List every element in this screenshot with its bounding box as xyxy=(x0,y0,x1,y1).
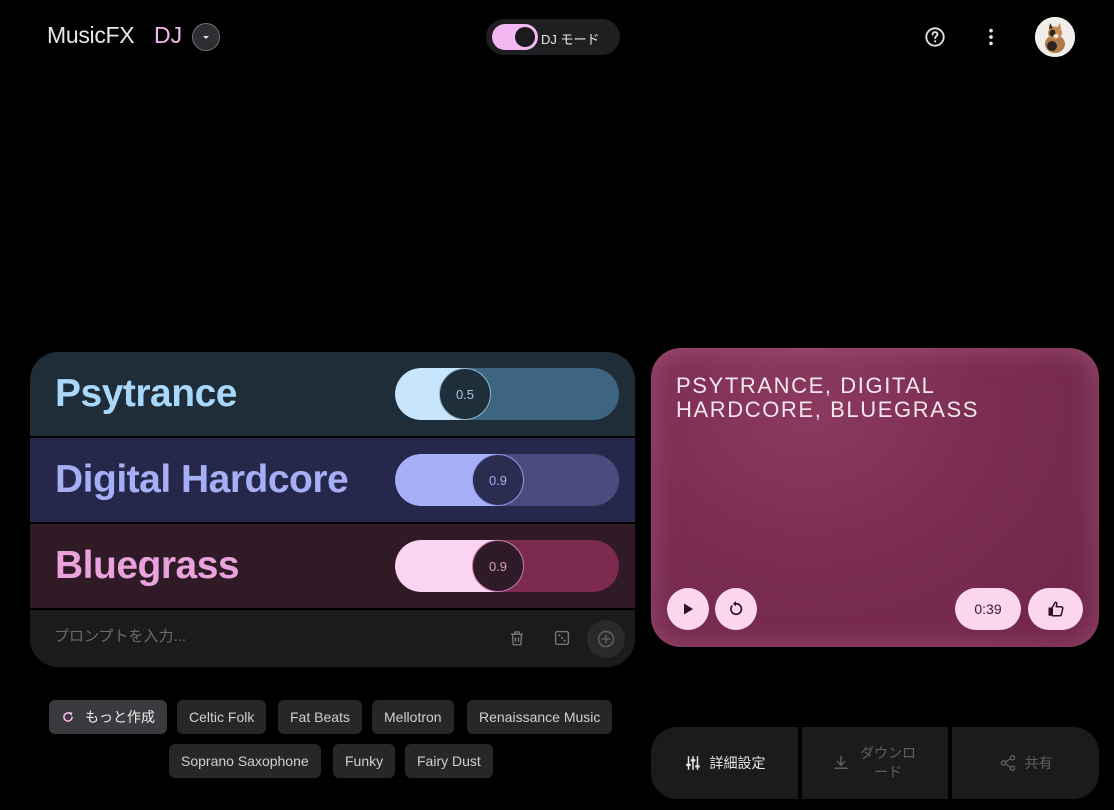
weight-slider[interactable]: 0.9 xyxy=(395,454,619,506)
add-circle-icon xyxy=(597,630,615,648)
weight-value: 0.9 xyxy=(488,472,508,488)
play-button[interactable] xyxy=(667,588,709,630)
help-button[interactable] xyxy=(921,23,949,51)
suggestion-chip[interactable]: Renaissance Music xyxy=(467,700,613,734)
weight-slider[interactable]: 0.9 xyxy=(395,540,619,592)
tune-icon xyxy=(685,756,700,770)
prompt-label: Psytrance xyxy=(55,372,237,415)
slider-thumb[interactable]: 0.9 xyxy=(472,454,524,506)
generate-more-button[interactable]: もっと作成 xyxy=(49,700,167,734)
play-icon xyxy=(684,603,693,615)
trash-icon xyxy=(511,631,523,646)
share-button[interactable]: 共有 xyxy=(952,727,1099,799)
now-playing-card: PSYTRANCE, DIGITAL HARDCORE, BLUEGRASS 0… xyxy=(651,348,1099,647)
share-icon xyxy=(1000,754,1015,772)
suggestion-chip[interactable]: Soprano Saxophone xyxy=(169,744,321,778)
download-icon xyxy=(834,755,848,769)
app-title: MusicFX xyxy=(47,22,135,48)
prompt-label: Bluegrass xyxy=(55,544,240,587)
suggestion-chip[interactable]: Mellotron xyxy=(372,700,454,734)
more-menu-button[interactable] xyxy=(977,23,1005,51)
download-label: ダウンロード xyxy=(860,745,916,780)
prompt-input[interactable] xyxy=(54,628,454,645)
like-button[interactable] xyxy=(1028,588,1083,630)
reset-icon xyxy=(730,601,743,616)
generate-more-label: もっと作成 xyxy=(85,709,155,725)
dj-mode-switch[interactable]: DJ モード xyxy=(486,19,620,55)
prompt-row[interactable]: Digital Hardcore 0.9 xyxy=(30,438,635,522)
prompt-input-row xyxy=(30,610,635,667)
regenerate-button[interactable] xyxy=(715,588,757,630)
weight-slider[interactable]: 0.5 xyxy=(395,368,619,420)
slider-thumb[interactable]: 0.5 xyxy=(439,368,491,420)
dice-icon xyxy=(554,630,570,646)
weight-value: 0.5 xyxy=(455,386,475,402)
suggestion-chip[interactable]: Fairy Dust xyxy=(405,744,493,778)
cat-avatar-icon xyxy=(1035,17,1075,57)
toggle-knob xyxy=(515,27,535,47)
track-title: PSYTRANCE, DIGITAL HARDCORE, BLUEGRASS xyxy=(676,373,980,422)
refresh-icon xyxy=(63,712,73,722)
share-label: 共有 xyxy=(1024,755,1053,771)
prompt-row[interactable]: Bluegrass 0.9 xyxy=(30,524,635,608)
app-title-accent: DJ xyxy=(154,22,183,48)
suggestion-chip[interactable]: Celtic Folk xyxy=(177,700,267,734)
app-switcher-button[interactable] xyxy=(192,23,220,51)
suggestion-chip[interactable]: Fat Beats xyxy=(278,700,362,734)
prompt-row[interactable]: Psytrance 0.5 xyxy=(30,352,635,436)
advanced-settings-button[interactable]: 詳細設定 xyxy=(651,727,798,799)
prompt-label: Digital Hardcore xyxy=(55,458,349,501)
more-vert-icon xyxy=(989,28,993,46)
delete-button[interactable] xyxy=(504,625,530,651)
help-circle-icon xyxy=(925,27,945,47)
weight-value: 0.9 xyxy=(488,558,508,574)
download-button[interactable]: ダウンロード xyxy=(802,727,948,799)
thumbs-up-icon xyxy=(1048,601,1064,617)
caret-down-icon xyxy=(203,36,209,39)
account-avatar[interactable] xyxy=(1035,17,1075,57)
slider-thumb[interactable]: 0.9 xyxy=(472,540,524,592)
add-prompt-button[interactable] xyxy=(587,620,625,658)
time-badge: 0:39 xyxy=(955,588,1021,630)
dj-mode-toggle[interactable] xyxy=(492,24,538,50)
suggestion-chip[interactable]: Funky xyxy=(333,744,396,778)
dj-mode-label: DJ モード xyxy=(541,32,600,47)
advanced-settings-label: 詳細設定 xyxy=(709,755,766,771)
random-prompt-button[interactable] xyxy=(549,625,575,651)
prompt-panel: Psytrance 0.5 Digital Hardcore 0.9 Blueg… xyxy=(30,352,635,667)
